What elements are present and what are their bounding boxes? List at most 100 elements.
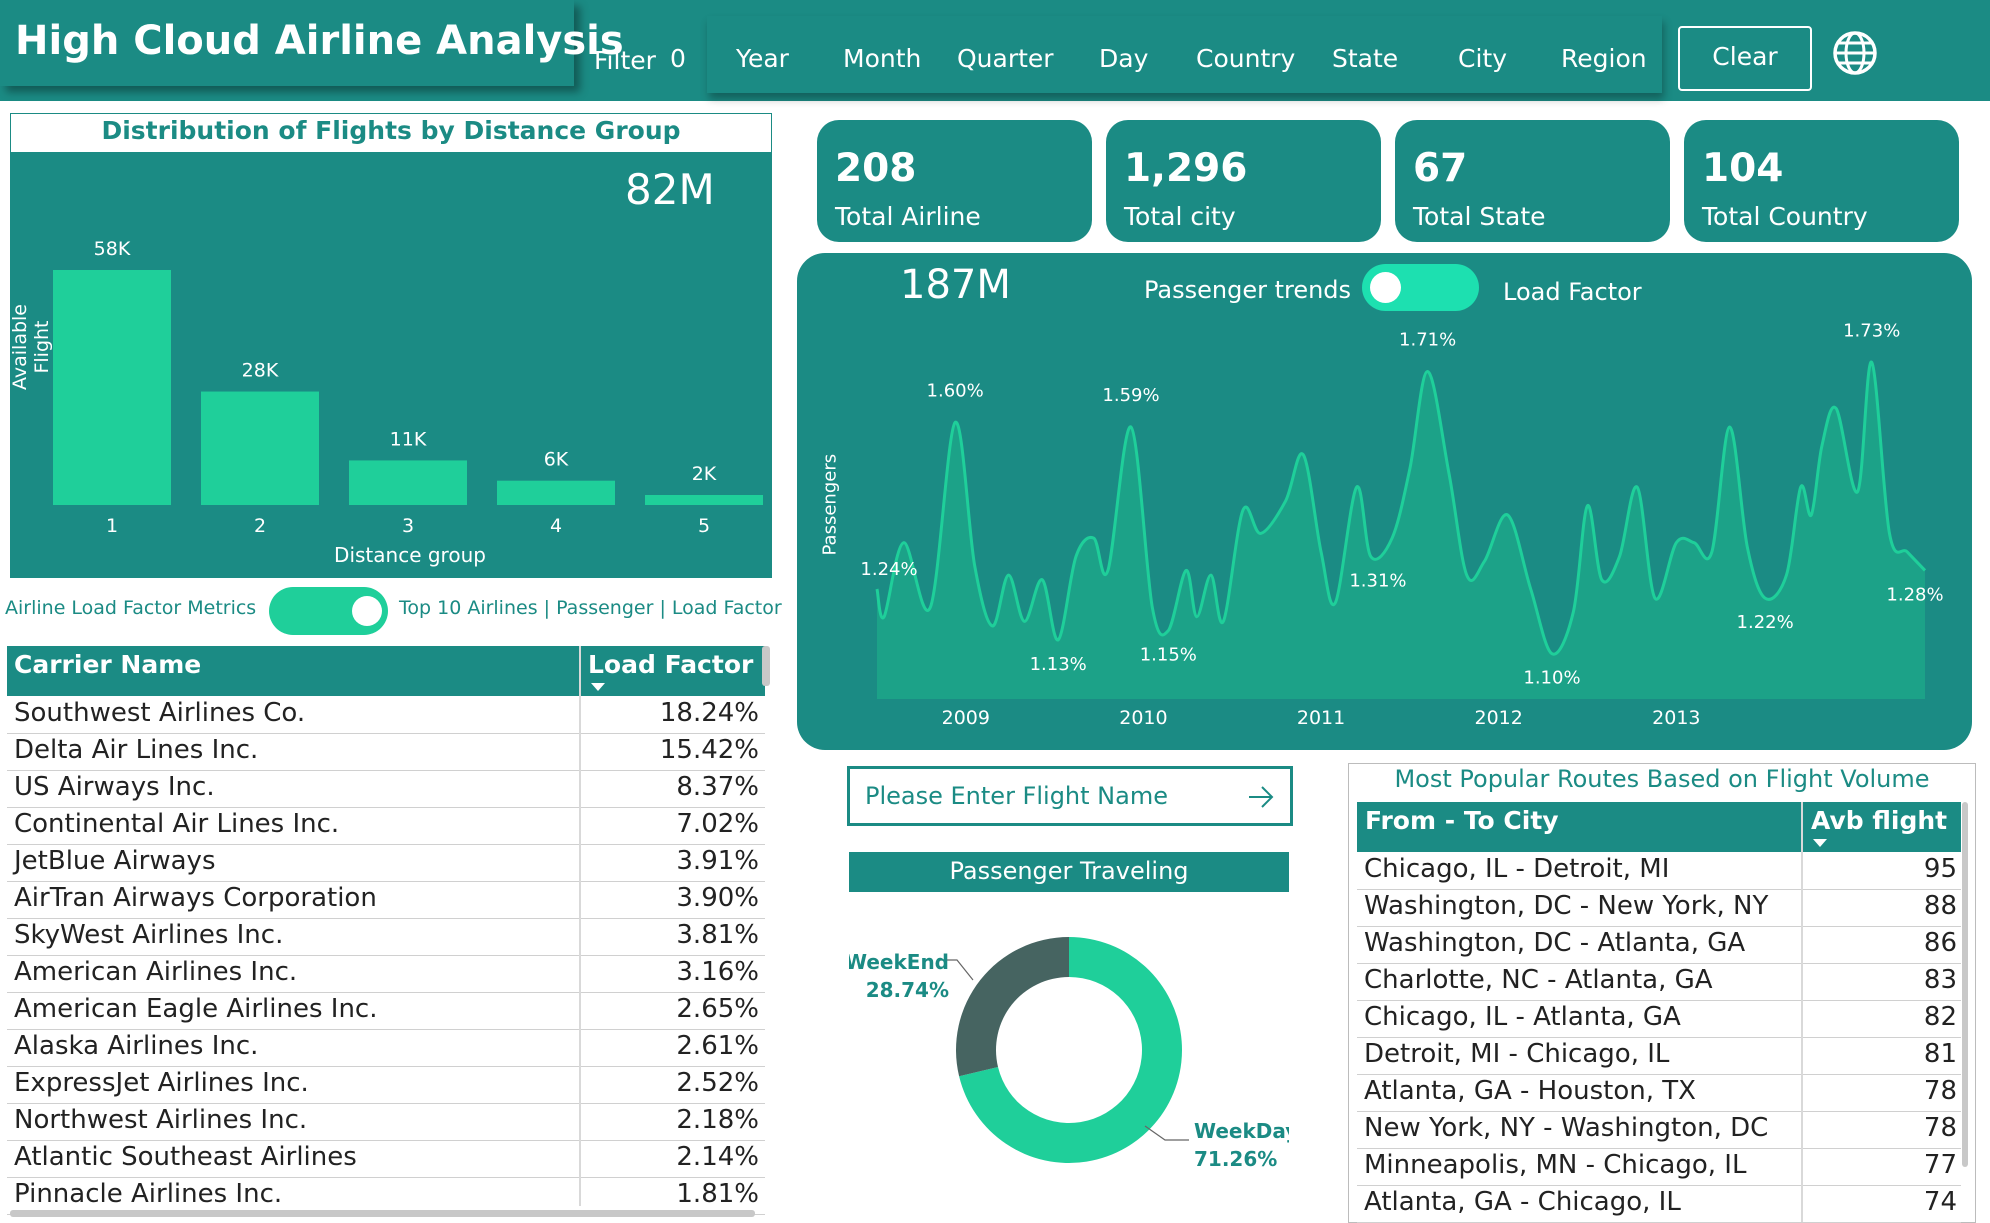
routes-table-scrollbar[interactable] [1962, 802, 1968, 1167]
table-row[interactable]: Atlanta, GA - Houston, TX 78 [1357, 1075, 1961, 1112]
data-label: 1.28% [1886, 584, 1943, 605]
avb-flight-cell: 74 [1923, 1187, 1957, 1217]
load-factor-cell: 1.81% [676, 1179, 759, 1209]
avb-flight-cell: 83 [1923, 965, 1957, 995]
search-input[interactable]: Please Enter Flight Name [865, 782, 1168, 810]
data-label: 1.31% [1349, 571, 1406, 592]
table-row[interactable]: AirTran Airways Corporation 3.90% [7, 882, 765, 919]
kpi-total-state: 67 Total State [1395, 120, 1670, 242]
nav-state[interactable]: State [1332, 44, 1398, 73]
table-row[interactable]: American Airlines Inc. 3.16% [7, 956, 765, 993]
table-row[interactable]: Atlantic Southeast Airlines 2.14% [7, 1141, 765, 1178]
table-row[interactable]: Chicago, IL - Atlanta, GA 82 [1357, 1001, 1961, 1038]
avb-flight-header[interactable]: Avb flight [1811, 806, 1947, 835]
globe-icon[interactable] [1832, 30, 1878, 76]
column-divider [1801, 802, 1803, 1222]
nav-quarter[interactable]: Quarter [957, 44, 1054, 73]
table-row[interactable]: Delta Air Lines Inc. 15.42% [7, 734, 765, 771]
carrier-name-cell: US Airways Inc. [14, 772, 215, 802]
carrier-name-cell: Atlantic Southeast Airlines [14, 1142, 357, 1172]
x-tick-label: 2 [254, 515, 266, 537]
table-row[interactable]: JetBlue Airways 3.91% [7, 845, 765, 882]
route-cell: New York, NY - Washington, DC [1364, 1113, 1769, 1143]
passenger-traveling-title-box: Passenger Traveling [849, 852, 1289, 892]
kpi-label: Total State [1413, 202, 1546, 231]
passenger-traveling-donut: WeekDay 71.26% WeekEnd 28.74% [849, 937, 1289, 1171]
load-factor-metrics-label: Airline Load Factor Metrics [5, 597, 257, 619]
table-row[interactable]: New York, NY - Washington, DC 78 [1357, 1112, 1961, 1149]
x-tick-label: 2009 [942, 707, 990, 729]
kpi-total-airline: 208 Total Airline [817, 120, 1092, 242]
table-row[interactable]: Alaska Airlines Inc. 2.61% [7, 1030, 765, 1067]
nav-region[interactable]: Region [1561, 44, 1647, 73]
carrier-table-hscrollbar[interactable] [10, 1210, 755, 1217]
carrier-name-cell: ExpressJet Airlines Inc. [14, 1068, 309, 1098]
table-row[interactable]: American Eagle Airlines Inc. 2.65% [7, 993, 765, 1030]
nav-day[interactable]: Day [1099, 44, 1148, 73]
sort-desc-icon [591, 683, 605, 691]
leader-line [1144, 1125, 1189, 1141]
nav-month[interactable]: Month [843, 44, 921, 73]
avb-flight-cell: 86 [1923, 928, 1957, 958]
arrow-right-icon[interactable] [1246, 783, 1276, 811]
table-row[interactable]: Minneapolis, MN - Chicago, IL 77 [1357, 1149, 1961, 1186]
table-row[interactable]: ExpressJet Airlines Inc. 2.52% [7, 1067, 765, 1104]
avb-flight-cell: 81 [1923, 1039, 1957, 1069]
avb-flight-cell: 77 [1923, 1150, 1957, 1180]
nav-city[interactable]: City [1458, 44, 1507, 73]
nav-year[interactable]: Year [736, 44, 789, 73]
bar [201, 391, 319, 505]
carrier-name-cell: AirTran Airways Corporation [14, 883, 377, 913]
table-row[interactable]: SkyWest Airlines Inc. 3.81% [7, 919, 765, 956]
carrier-table-scrollbar[interactable] [762, 646, 770, 686]
data-label: 1.13% [1030, 654, 1087, 675]
clear-filter-button[interactable]: Clear Filter [1678, 26, 1812, 129]
avb-flight-cell: 78 [1923, 1113, 1957, 1143]
bar-data-label: 2K [692, 463, 717, 485]
title-panel: High Cloud Airline Analysis [0, 0, 624, 86]
bar [645, 495, 763, 505]
carrier-name-cell: Northwest Airlines Inc. [14, 1105, 308, 1135]
filter-nav: Year Month Quarter Day Country State Cit… [707, 16, 1662, 93]
avb-flight-cell: 78 [1923, 1076, 1957, 1106]
donut-label: WeekDay [1194, 1119, 1289, 1143]
load-factor-cell: 7.02% [676, 809, 759, 839]
table-row[interactable]: Washington, DC - Atlanta, GA 86 [1357, 927, 1961, 964]
passenger-trend-chart: 2009 2010 2011 2012 2013 1.24% 1.60% 1.13% 1.59%… [860, 320, 1943, 729]
table-row[interactable]: Northwest Airlines Inc. 2.18% [7, 1104, 765, 1141]
series-area [877, 361, 1925, 699]
data-label: 1.71% [1399, 330, 1456, 351]
load-factor-cell: 3.91% [676, 846, 759, 876]
donut-label: WeekEnd [849, 950, 949, 974]
table-row[interactable]: Charlotte, NC - Atlanta, GA 83 [1357, 964, 1961, 1001]
nav-country[interactable]: Country [1196, 44, 1295, 73]
data-label: 1.24% [860, 559, 917, 580]
kpi-label: Total city [1124, 202, 1236, 231]
column-divider [579, 646, 581, 1206]
table-row[interactable]: Detroit, MI - Chicago, IL 81 [1357, 1038, 1961, 1075]
x-tick-label: 2010 [1119, 707, 1167, 729]
route-cell: Washington, DC - Atlanta, GA [1364, 928, 1746, 958]
table-row[interactable]: US Airways Inc. 8.37% [7, 771, 765, 808]
carrier-name-cell: American Eagle Airlines Inc. [14, 994, 378, 1024]
route-cell: Detroit, MI - Chicago, IL [1364, 1039, 1670, 1069]
route-header[interactable]: From - To City [1365, 806, 1559, 835]
top10-label: Top 10 Airlines | Passenger | Load Facto… [399, 597, 782, 619]
load-factor-header[interactable]: Load Factor [588, 650, 753, 679]
carrier-name-cell: Pinnacle Airlines Inc. [14, 1179, 283, 1209]
avb-flight-cell: 88 [1923, 891, 1957, 921]
table-row[interactable]: Washington, DC - New York, NY 88 [1357, 890, 1961, 927]
page-title: High Cloud Airline Analysis [15, 18, 624, 64]
carrier-name-header[interactable]: Carrier Name [14, 650, 201, 679]
carrier-name-cell: JetBlue Airways [14, 846, 216, 876]
table-row[interactable]: Atlanta, GA - Chicago, IL 74 [1357, 1186, 1961, 1223]
table-row[interactable]: Chicago, IL - Detroit, MI 95 [1357, 853, 1961, 890]
sort-desc-icon [1813, 839, 1827, 847]
donut-label: 28.74% [866, 978, 949, 1002]
metrics-toggle[interactable] [269, 587, 388, 635]
route-cell: Chicago, IL - Atlanta, GA [1364, 1002, 1681, 1032]
table-row[interactable]: Continental Air Lines Inc. 7.02% [7, 808, 765, 845]
route-cell: Atlanta, GA - Houston, TX [1364, 1076, 1696, 1106]
flight-search-box[interactable]: Please Enter Flight Name [847, 766, 1293, 826]
table-row[interactable]: Southwest Airlines Co. 18.24% [7, 697, 765, 734]
